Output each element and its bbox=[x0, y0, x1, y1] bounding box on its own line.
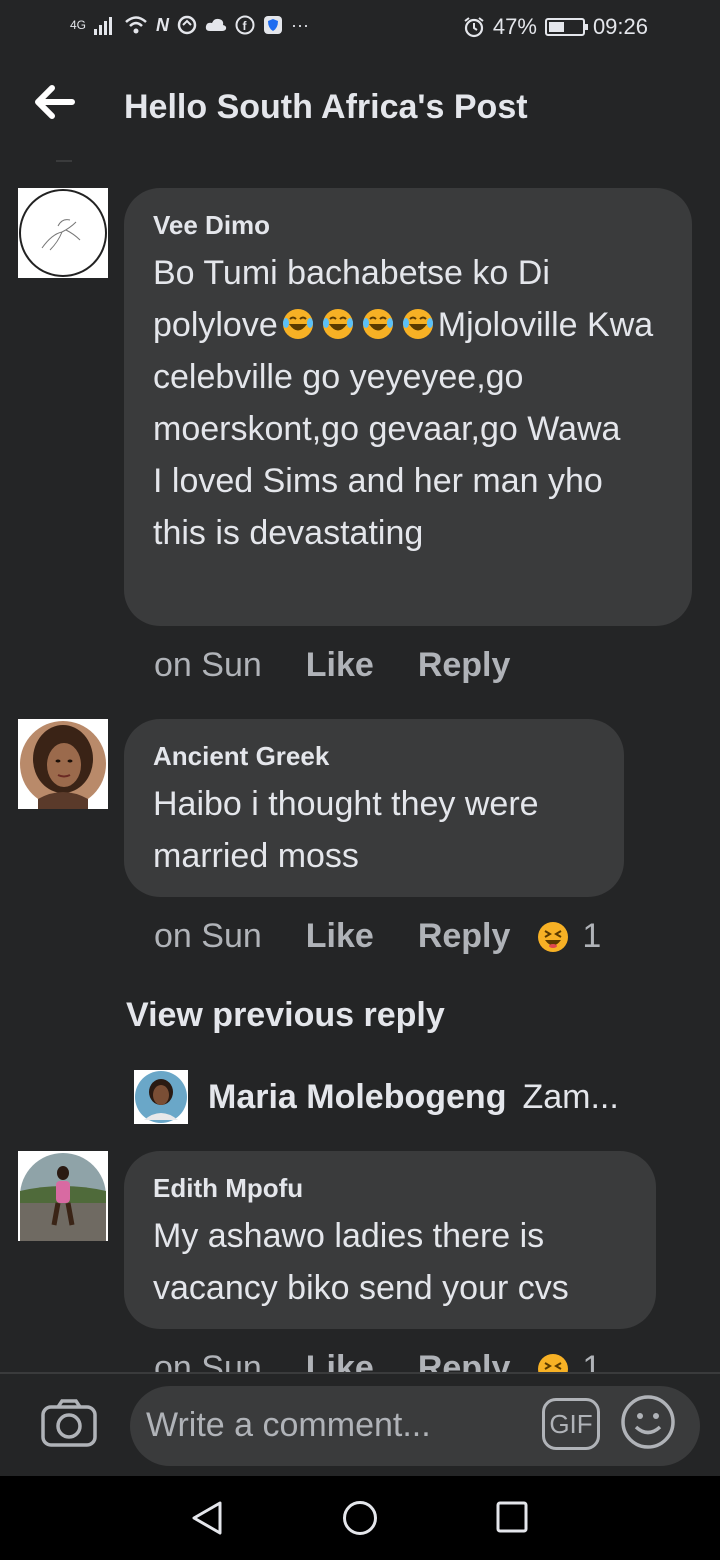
reply-snippet: Zam... bbox=[522, 1077, 619, 1116]
nav-home-button[interactable] bbox=[342, 1500, 378, 1541]
page-title: Hello South Africa's Post bbox=[124, 88, 528, 126]
avatar[interactable] bbox=[18, 719, 108, 809]
comment-composer: Write a comment... GIF bbox=[0, 1372, 720, 1476]
sync-icon bbox=[177, 15, 197, 35]
battery-level bbox=[548, 22, 564, 32]
smiley-icon bbox=[621, 1395, 675, 1449]
triangle-back-icon bbox=[192, 1501, 222, 1535]
alarm-icon bbox=[464, 17, 484, 38]
comment-input[interactable]: Write a comment... GIF bbox=[130, 1386, 700, 1466]
comment-bubble: Ancient Greek Haibo i thought they were … bbox=[124, 719, 624, 897]
cloud-icon bbox=[205, 18, 227, 31]
avatar[interactable] bbox=[18, 1151, 108, 1241]
comment-text: My ashawo ladies there is vacancy biko s… bbox=[153, 1217, 569, 1307]
comment-author[interactable]: Ancient Greek bbox=[153, 741, 595, 772]
reply-preview[interactable]: Maria Molebogeng Zam... bbox=[134, 1070, 619, 1124]
emoji-button[interactable] bbox=[620, 1394, 676, 1450]
reaction-count-value: 1 bbox=[582, 917, 602, 955]
profile-photo-avatar bbox=[20, 721, 106, 809]
hand-sketch-avatar bbox=[19, 189, 107, 277]
battery-percent: 47% bbox=[492, 14, 537, 39]
camera-icon bbox=[41, 1399, 97, 1447]
laughing-tears-emoji-icon bbox=[282, 309, 313, 339]
view-previous-reply-link[interactable]: View previous reply bbox=[126, 996, 445, 1035]
comment-actions: on Sun Like Reply bbox=[154, 646, 554, 685]
like-button[interactable]: Like bbox=[306, 917, 374, 956]
network-type: 4G bbox=[70, 18, 87, 32]
haha-reaction-icon bbox=[538, 921, 569, 952]
circle-home-icon bbox=[343, 1501, 377, 1535]
like-button[interactable]: Like bbox=[306, 646, 374, 685]
gif-button[interactable]: GIF bbox=[542, 1398, 600, 1450]
nav-back-button[interactable] bbox=[190, 1500, 224, 1541]
divider bbox=[56, 160, 72, 162]
status-bar: 4G N f ··· 47% 09:26 bbox=[0, 0, 720, 56]
back-button[interactable] bbox=[30, 80, 80, 124]
nav-recents-button[interactable] bbox=[496, 1500, 528, 1539]
status-right: 47% 09:26 bbox=[463, 14, 648, 40]
comment-actions: on Sun Like Reply 1 bbox=[154, 917, 601, 956]
comment-time: on Sun bbox=[154, 917, 262, 955]
shield-icon bbox=[264, 16, 283, 34]
comment-author[interactable]: Edith Mpofu bbox=[153, 1173, 627, 1204]
profile-photo-avatar bbox=[135, 1071, 187, 1123]
clock: 09:26 bbox=[592, 14, 648, 39]
arrow-left-icon bbox=[35, 85, 75, 119]
square-recents-icon bbox=[496, 1501, 528, 1533]
laughing-tears-emojis bbox=[278, 306, 438, 344]
wifi-icon bbox=[125, 16, 147, 34]
comment-bubble: Vee Dimo Bo Tumi bachabetse ko Di polylo… bbox=[124, 188, 692, 626]
comment-input-placeholder: Write a comment... bbox=[146, 1406, 431, 1444]
comment-time: on Sun bbox=[154, 646, 262, 684]
profile-photo-avatar bbox=[20, 1153, 106, 1241]
reply-button[interactable]: Reply bbox=[418, 917, 511, 956]
nfc-icon: N bbox=[156, 15, 170, 35]
facebook-icon: f bbox=[235, 15, 255, 35]
reply-author: Maria Molebogeng bbox=[208, 1077, 507, 1116]
reply-button[interactable]: Reply bbox=[418, 646, 511, 685]
system-nav-bar bbox=[0, 1476, 720, 1560]
top-bar: Hello South Africa's Post bbox=[0, 66, 720, 150]
battery-icon bbox=[544, 18, 588, 36]
comment-text: Bo Tumi bachabetse ko Di polylove Mjolovi… bbox=[153, 247, 663, 559]
laughing-tears-emoji-icon bbox=[402, 309, 433, 339]
laughing-tears-emoji-icon bbox=[322, 309, 353, 339]
comment-author[interactable]: Vee Dimo bbox=[153, 210, 663, 241]
avatar[interactable] bbox=[18, 188, 108, 278]
reaction-count[interactable]: 1 bbox=[536, 917, 601, 956]
comment-bubble: Edith Mpofu My ashawo ladies there is va… bbox=[124, 1151, 656, 1329]
camera-button[interactable] bbox=[40, 1398, 98, 1448]
laughing-tears-emoji-icon bbox=[362, 309, 393, 339]
comment-text: Haibo i thought they were married moss bbox=[153, 785, 549, 875]
svg-text:f: f bbox=[243, 19, 248, 33]
more-notifications-icon: ··· bbox=[291, 15, 309, 35]
status-left-icons: 4G N f ··· bbox=[70, 14, 309, 36]
signal-icon bbox=[94, 17, 113, 35]
avatar bbox=[134, 1070, 188, 1124]
